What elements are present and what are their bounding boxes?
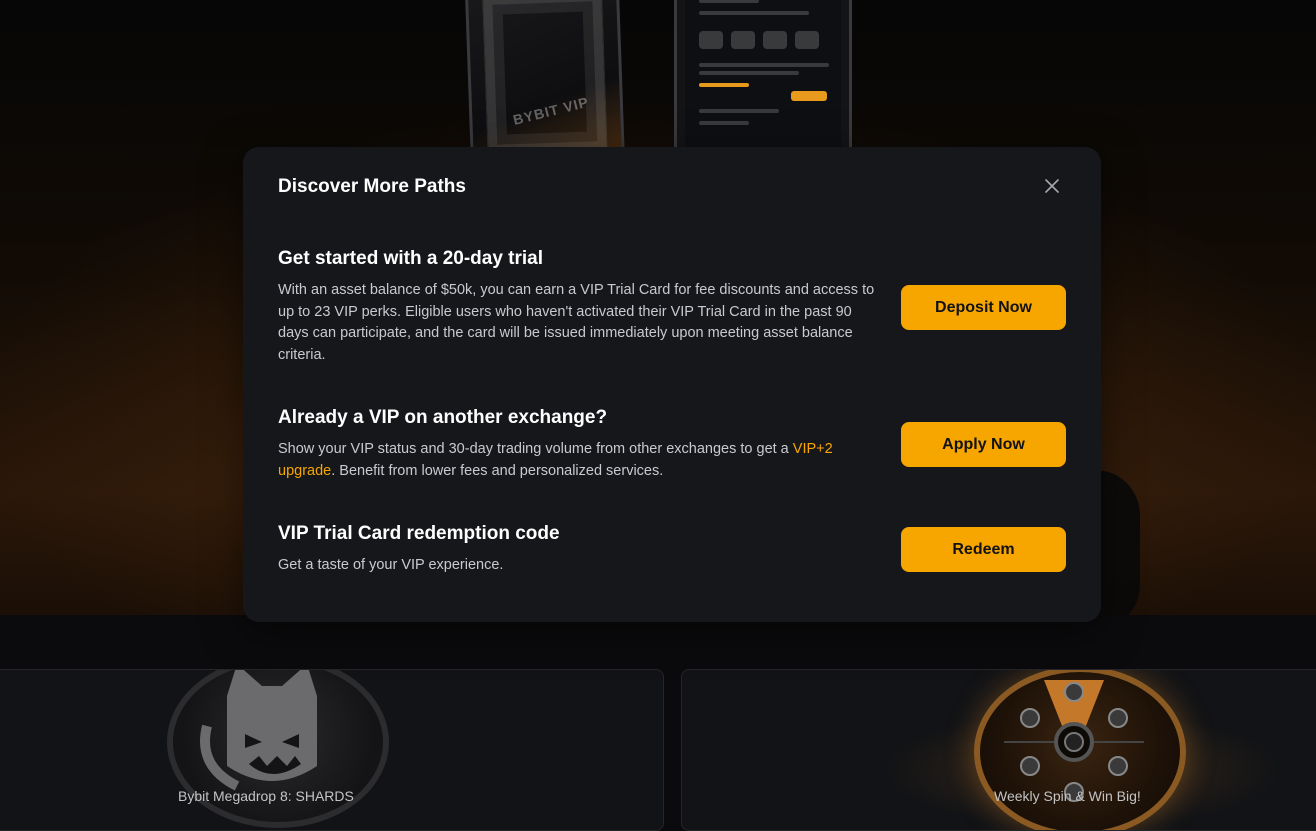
close-icon[interactable] (1040, 174, 1064, 198)
card-title: Weekly Spin & Win Big! (994, 788, 1141, 804)
modal-title: Discover More Paths (278, 176, 466, 197)
prize-wheel-icon (974, 670, 1186, 830)
cat-medal-icon (167, 670, 389, 828)
description-text: Show your VIP status and 30-day trading … (278, 441, 793, 457)
section-heading: Get started with a 20-day trial (278, 248, 544, 269)
deposit-now-button[interactable]: Deposit Now (901, 285, 1066, 330)
section-description: Get a taste of your VIP experience. (278, 557, 504, 573)
card-title: Bybit Megadrop 8: SHARDS (178, 788, 354, 804)
section-description: With an asset balance of $50k, you can e… (278, 282, 875, 364)
promo-card-spin-win[interactable]: Weekly Spin & Win Big! (681, 669, 1316, 831)
description-text: . Benefit from lower fees and personaliz… (331, 462, 664, 479)
apply-now-button[interactable]: Apply Now (901, 422, 1066, 467)
promo-card-megadrop[interactable]: Bybit Megadrop 8: SHARDS (0, 669, 664, 831)
discover-more-paths-modal: Discover More Paths Get started with a 2… (243, 147, 1101, 622)
section-description: Show your VIP status and 30-day trading … (278, 439, 882, 482)
redeem-button[interactable]: Redeem (901, 527, 1066, 572)
